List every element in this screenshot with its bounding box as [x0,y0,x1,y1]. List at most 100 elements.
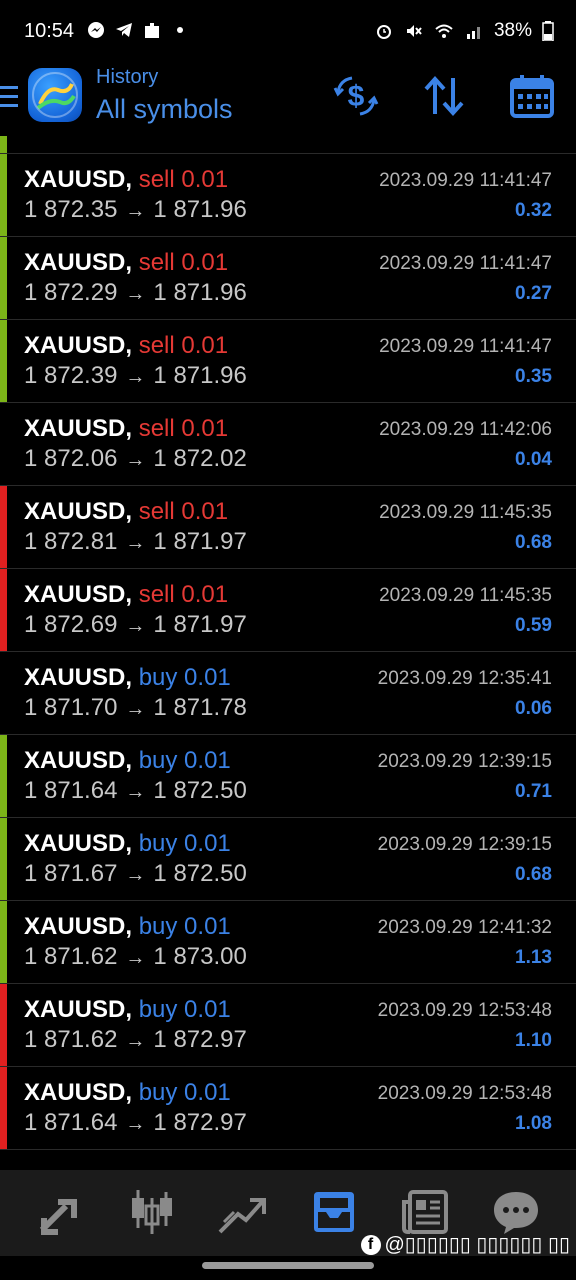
close-price: 1 871.96 [153,136,246,140]
trade-profit: 0.06 [515,698,552,719]
dollar-refresh-icon[interactable]: $ [332,74,380,118]
trade-side: sell 0.01 [138,581,229,608]
trade-row[interactable]: XAUUSD, buy 0.01 1 871.67 → 1 872.50 2023.09… [0,818,576,901]
sort-icon[interactable] [420,74,468,118]
trade-accent-bar [0,1067,7,1149]
battery-percent: 38% [493,20,532,41]
trade-profit: 0.71 [515,781,552,802]
trade-symbol-line: XAUUSD, buy 0.01 [24,830,231,858]
trade-time: 2023.09.29 12:53:48 [377,1083,552,1104]
trade-row[interactable]: XAUUSD, sell 0.01 1 872.29 → 1 871.96 2023.0… [0,237,576,320]
trade-side: buy 0.01 [138,664,231,691]
trade-accent-bar [0,154,7,236]
facebook-icon: f [360,1234,381,1255]
home-indicator[interactable] [202,1262,374,1269]
quotes-icon[interactable] [36,1188,88,1236]
battery-icon [542,21,554,41]
trade-prices: 1 872.35 → 1 871.96 [24,196,247,224]
trade-row[interactable]: XAUUSD, sell 0.01 1 872.06 → 1 872.02 2023.0… [0,403,576,486]
calendar-icon[interactable] [508,74,556,118]
app-screen: 10:54 38% History All symbols $ XAUUSD, … [0,0,576,1280]
close-price: 1 872.97 [153,1109,247,1136]
trade-row[interactable]: XAUUSD, sell 0.01 1 872.69 → 1 871.97 2023.0… [0,569,576,652]
close-price: 1 871.96 [153,362,247,389]
trade-symbol-line: XAUUSD, sell 0.01 [24,166,228,194]
trade-profit: 0.68 [515,864,552,885]
trade-prices: 1 871.70 → 1 871.78 [24,694,247,722]
open-price: 1 872.69 [24,611,118,638]
trade-row[interactable]: XAUUSD, sell 0.01 1 872.81 → 1 871.97 2023.0… [0,486,576,569]
trade-row[interactable]: XAUUSD, sell 0.01 1 872.35 → 1 871.96 2023.0… [0,154,576,237]
alarm-icon [376,25,391,39]
trade-time: 2023.09.29 11:45:35 [379,502,552,523]
trade-time: 2023.09.29 12:41:32 [377,917,552,938]
trade-accent-bar [0,136,7,153]
status-bar: 10:54 38% [0,0,576,64]
trade-side: buy 0.01 [138,913,231,940]
close-price: 1 871.96 [153,196,247,223]
trade-row[interactable]: XAUUSD, buy 0.01 1 871.62 → 1 872.97 2023.09… [0,984,576,1067]
price-arrow: → [125,947,146,969]
trade-symbol: XAUUSD, [24,332,133,359]
trade-symbol: XAUUSD, [24,415,133,442]
trade-symbol-line: XAUUSD, sell 0.01 [24,415,228,443]
close-price: 1 871.97 [153,528,247,555]
trade-accent-bar [0,320,7,402]
trade-side: sell 0.01 [138,498,229,525]
mute-icon [406,25,422,37]
trade-time: 2023.09.29 12:39:15 [377,834,552,855]
close-price: 1 871.78 [153,694,247,721]
trade-row[interactable]: XAUUSD, sell 0.01 1 872.39 → 1 871.96 2023.0… [0,320,576,403]
trade-time: 2023.09.29 11:42:06 [379,419,552,440]
trade-row[interactable]: XAUUSD, buy 0.01 1 871.64 → 1 872.97 2023.09… [0,1067,576,1150]
price-arrow: → [125,615,146,637]
trade-prices: 1 871.62 → 1 873.00 [24,943,247,971]
trade-symbol-line: XAUUSD, sell 0.01 [24,332,228,360]
price-arrow: → [125,532,146,554]
trade-side: buy 0.01 [138,996,231,1023]
price-arrow: → [125,136,145,139]
history-icon[interactable] [308,1188,360,1236]
trade-profit: 1.10 [515,1030,552,1051]
chart-icon[interactable] [126,1188,178,1236]
trade-symbol: XAUUSD, [24,166,133,193]
wifi-icon [435,24,453,38]
trade-row[interactable]: XAUUSD, sell 0.011 872.37→1 871.960.33 [0,136,576,154]
trade-profit: 0.33 [515,136,552,139]
news-icon[interactable] [400,1188,452,1236]
watermark: f @▯▯▯▯▯▯ ▯▯▯▯▯▯ ▯▯ [360,1232,570,1257]
trade-row[interactable]: XAUUSD, buy 0.01 1 871.62 → 1 873.00 2023.09… [0,901,576,984]
status-time: 10:54 [24,20,75,42]
trade-accent-bar [0,486,7,568]
trade-profit: 1.08 [515,1113,552,1134]
trade-symbol: XAUUSD, [24,996,133,1023]
trade-symbol-line: XAUUSD, sell 0.01 [24,249,228,277]
open-price: 1 871.64 [24,1109,118,1136]
trade-time: 2023.09.29 11:41:47 [379,253,552,274]
telegram-icon [116,23,132,37]
header-subtitle: History [96,66,159,88]
trade-prices: 1 872.69 → 1 871.97 [24,611,247,639]
trade-profit: 0.35 [515,366,552,387]
open-price: 1 872.37 [24,136,117,140]
trade-history-list[interactable]: XAUUSD, sell 0.01 1 872.37 → 1 871.96 0.33 XA… [0,136,576,1170]
trade-prices: 1 871.62 → 1 872.97 [24,1026,247,1054]
trade-prices: 1 872.29 → 1 871.96 [24,279,247,307]
hamburger-menu-icon[interactable] [0,84,18,110]
price-arrow: → [125,864,146,886]
trade-row[interactable]: XAUUSD, buy 0.01 1 871.70 → 1 871.78 2023.09… [0,652,576,735]
trade-side: sell 0.01 [138,249,229,276]
trade-accent-bar [0,984,7,1066]
close-price: 1 872.97 [153,1026,247,1053]
trade-profit: 1.13 [515,947,552,968]
trade-icon[interactable] [216,1188,268,1236]
chat-icon[interactable] [490,1188,542,1236]
price-arrow: → [125,366,146,388]
app-logo [28,68,82,122]
trade-accent-bar [0,818,7,900]
trade-prices: 1 872.81 → 1 871.97 [24,528,247,556]
symbols-selector[interactable]: All symbols [96,94,233,125]
trade-accent-bar [0,901,7,983]
open-price: 1 871.62 [24,1026,118,1053]
trade-row[interactable]: XAUUSD, buy 0.01 1 871.64 → 1 872.50 2023.09… [0,735,576,818]
